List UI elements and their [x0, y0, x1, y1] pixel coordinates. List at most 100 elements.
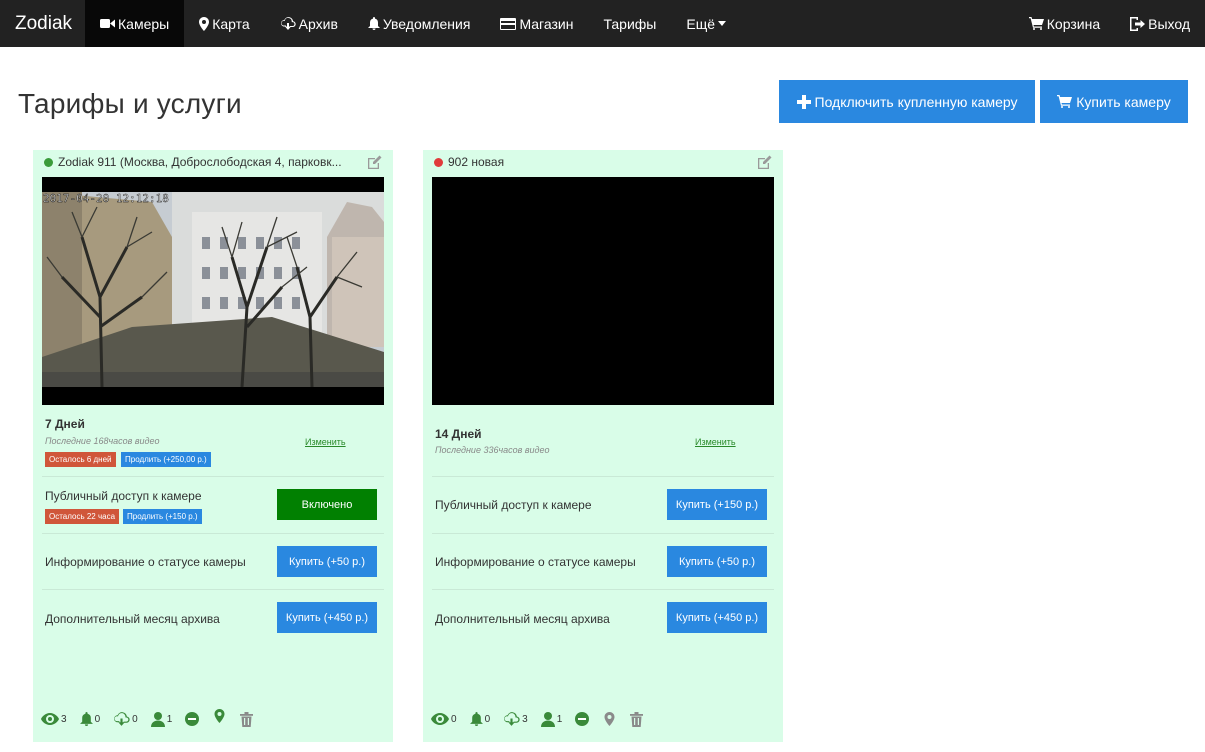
bell-icon [469, 712, 483, 726]
shopping-cart-icon [1057, 95, 1073, 108]
nav-item-more[interactable]: Ещё [671, 0, 741, 47]
nav-item-label: Выход [1148, 15, 1190, 32]
public-access-enabled-button[interactable]: Включено [277, 489, 377, 520]
buy-status-notify-button[interactable]: Купить (+50 р.) [277, 546, 377, 577]
location-button[interactable] [214, 709, 227, 723]
nav-item-cart[interactable]: Корзина [1014, 0, 1115, 47]
connect-camera-button[interactable]: Подключить купленную камеру [779, 80, 1035, 123]
video-timestamp: 2017-04-20 12:12:18 [43, 192, 169, 205]
divider [432, 533, 774, 534]
views-counter[interactable]: 0 [431, 713, 457, 725]
map-marker-icon [604, 712, 615, 726]
nav-item-label: Уведомления [382, 15, 471, 32]
log-out-icon [1130, 16, 1146, 31]
buy-archive-month-button[interactable]: Купить (+450 р.) [667, 602, 767, 633]
minus-circle-icon [575, 712, 590, 726]
days-left-badge: Осталось 6 дней [45, 452, 116, 467]
archive-counter[interactable]: 3 [503, 712, 528, 726]
users-counter[interactable]: 1 [540, 711, 562, 727]
map-marker-icon [214, 709, 225, 723]
video-camera-icon [100, 18, 115, 29]
buy-archive-month-button[interactable]: Купить (+450 р.) [277, 602, 377, 633]
card-footer: 0 0 3 1 [431, 709, 658, 729]
nav-right: Корзина Выход [1014, 0, 1205, 47]
status-online-icon [44, 157, 53, 167]
camera-card: Zodiak 911 (Москва, Доброслободская 4, п… [33, 150, 393, 742]
cloud-download-icon [114, 712, 130, 726]
notifications-counter[interactable]: 0 [469, 712, 490, 726]
nav-item-label: Ещё [686, 15, 716, 32]
divider [42, 589, 384, 590]
bell-icon [79, 712, 93, 726]
nav-item-tariffs[interactable]: Тарифы [588, 0, 671, 47]
change-tariff-link[interactable]: Изменить [695, 437, 736, 447]
buy-public-access-button[interactable]: Купить (+150 р.) [667, 489, 767, 520]
change-tariff-link[interactable]: Изменить [305, 437, 346, 447]
service-label: Информирование о статусе камеры [45, 555, 246, 569]
nav-item-cameras[interactable]: Камеры [85, 0, 185, 47]
connect-camera-label: Подключить купленную камеру [814, 93, 1018, 110]
hours-left-badge: Осталось 22 часа [45, 509, 120, 524]
extend-service-badge[interactable]: Продлить (+150 р.) [123, 509, 202, 524]
nav-item-label: Архив [298, 15, 338, 32]
plus-icon [796, 94, 811, 109]
service-label: Публичный доступ к камере [435, 498, 592, 512]
buy-status-notify-button[interactable]: Купить (+50 р.) [667, 546, 767, 577]
user-icon [540, 711, 555, 727]
service-label: Дополнительный месяц архива [435, 612, 610, 626]
tariff-description: Последние 168часов видео [45, 436, 160, 446]
delete-camera-button[interactable] [630, 711, 645, 727]
page-title: Тарифы и услуги [18, 88, 242, 119]
divider [42, 533, 384, 534]
service-label: Информирование о статусе камеры [435, 555, 636, 569]
brand-logo[interactable]: Zodiak [0, 0, 85, 47]
nav-item-label: Корзина [1046, 15, 1101, 32]
edit-icon[interactable] [757, 155, 772, 174]
eye-icon [431, 713, 449, 725]
nav-item-shop[interactable]: Магазин [485, 0, 588, 47]
tariff-name: 7 Дней [45, 417, 85, 431]
disable-camera-button[interactable] [575, 712, 591, 726]
caret-down-icon [718, 21, 727, 26]
minus-circle-icon [185, 712, 200, 726]
location-button[interactable] [604, 712, 617, 726]
edit-icon[interactable] [367, 155, 382, 174]
divider [42, 476, 384, 477]
eye-icon [41, 713, 59, 725]
tariff-description: Последние 336часов видео [435, 445, 550, 455]
delete-camera-button[interactable] [240, 711, 255, 727]
camera-card: 902 новая 14 Дней Последние 336часов вид… [423, 150, 783, 742]
trash-icon [630, 711, 644, 727]
camera-snapshot-image: 2017-04-20 12:12:18 [42, 177, 384, 405]
disable-camera-button[interactable] [185, 712, 201, 726]
nav-item-label: Камеры [118, 15, 170, 32]
buy-camera-label: Купить камеру [1076, 93, 1171, 110]
credit-card-icon [500, 17, 517, 30]
nav-item-archive[interactable]: Архив [265, 0, 353, 47]
tariff-name: 14 Дней [435, 427, 482, 441]
user-icon [150, 711, 165, 727]
views-counter[interactable]: 3 [41, 713, 67, 725]
cloud-download-icon [280, 17, 296, 30]
buy-camera-button[interactable]: Купить камеру [1040, 80, 1188, 123]
divider [432, 589, 774, 590]
nav-item-notifications[interactable]: Уведомления [353, 0, 486, 47]
camera-video-preview[interactable] [432, 177, 774, 405]
nav-item-map[interactable]: Карта [184, 0, 264, 47]
camera-video-preview[interactable]: 2017-04-20 12:12:18 [42, 177, 384, 405]
nav-item-logout[interactable]: Выход [1115, 0, 1205, 47]
nav-item-label: Тарифы [603, 15, 657, 32]
notifications-counter[interactable]: 0 [79, 712, 100, 726]
service-label: Дополнительный месяц архива [45, 612, 220, 626]
shopping-cart-icon [1028, 17, 1044, 30]
map-marker-icon [199, 16, 210, 31]
archive-counter[interactable]: 0 [113, 712, 138, 726]
nav-item-label: Магазин [519, 15, 574, 32]
card-footer: 3 0 0 1 [41, 709, 268, 729]
camera-title[interactable]: Zodiak 911 (Москва, Доброслободская 4, п… [44, 155, 356, 169]
camera-title[interactable]: 902 новая [434, 155, 746, 169]
extend-tariff-badge[interactable]: Продлить (+250,00 р.) [121, 452, 211, 467]
divider [432, 476, 774, 477]
users-counter[interactable]: 1 [150, 711, 172, 727]
cloud-download-icon [504, 712, 520, 726]
